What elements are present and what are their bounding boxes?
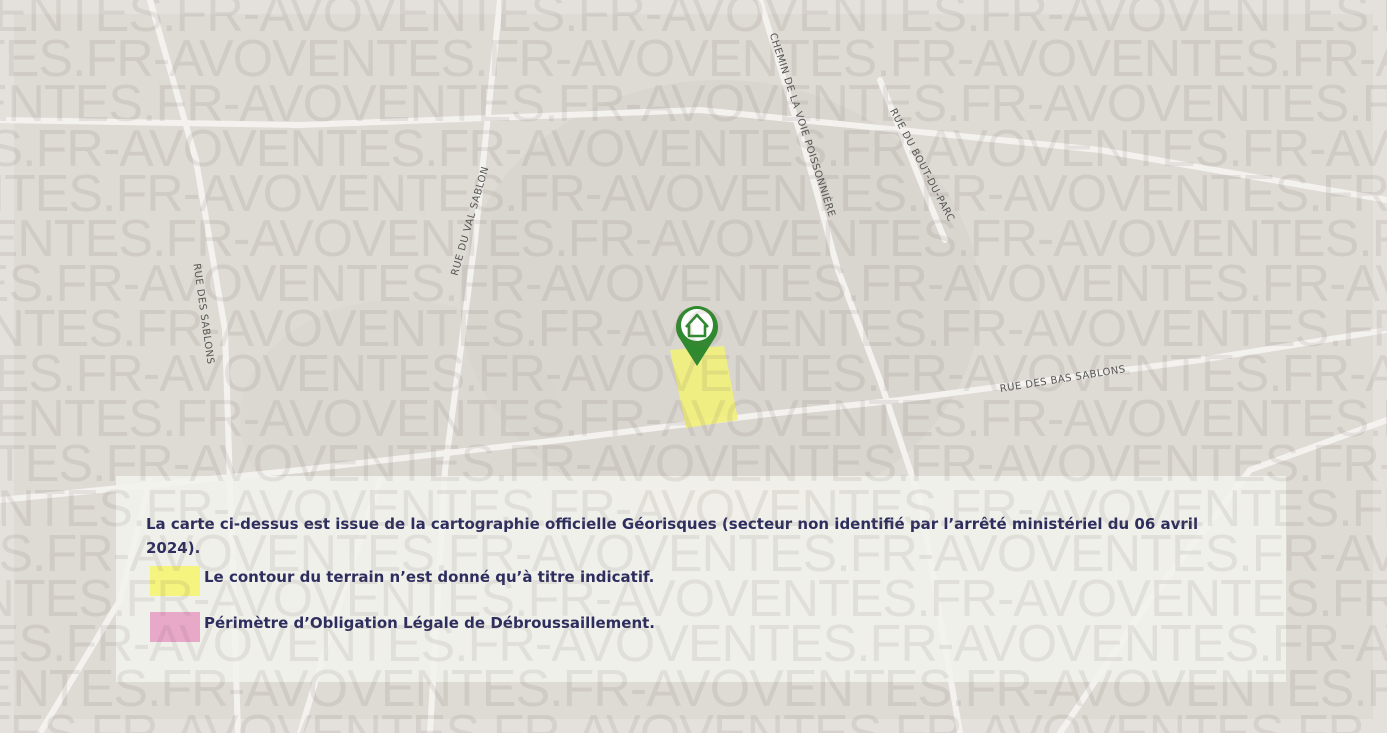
- legend-panel: La carte ci-dessus est issue de la carto…: [116, 476, 1286, 682]
- legend-item-terrain: Le contour du terrain n’est donné qu’à t…: [150, 566, 654, 596]
- legend-item-old: Périmètre d’Obligation Légale de Débrous…: [150, 612, 655, 642]
- legend-note: La carte ci-dessus est issue de la carto…: [146, 515, 1199, 557]
- legend-label-terrain: Le contour du terrain n’est donné qu’à t…: [204, 568, 655, 586]
- legend-swatch-pink: [150, 612, 200, 642]
- legend-swatch-yellow: [150, 566, 200, 596]
- map[interactable]: RUE DES SABLONS RUE DU VAL SABLON CHEMIN…: [0, 0, 1387, 733]
- legend-label-old: Périmètre d’Obligation Légale de Débrous…: [204, 614, 655, 632]
